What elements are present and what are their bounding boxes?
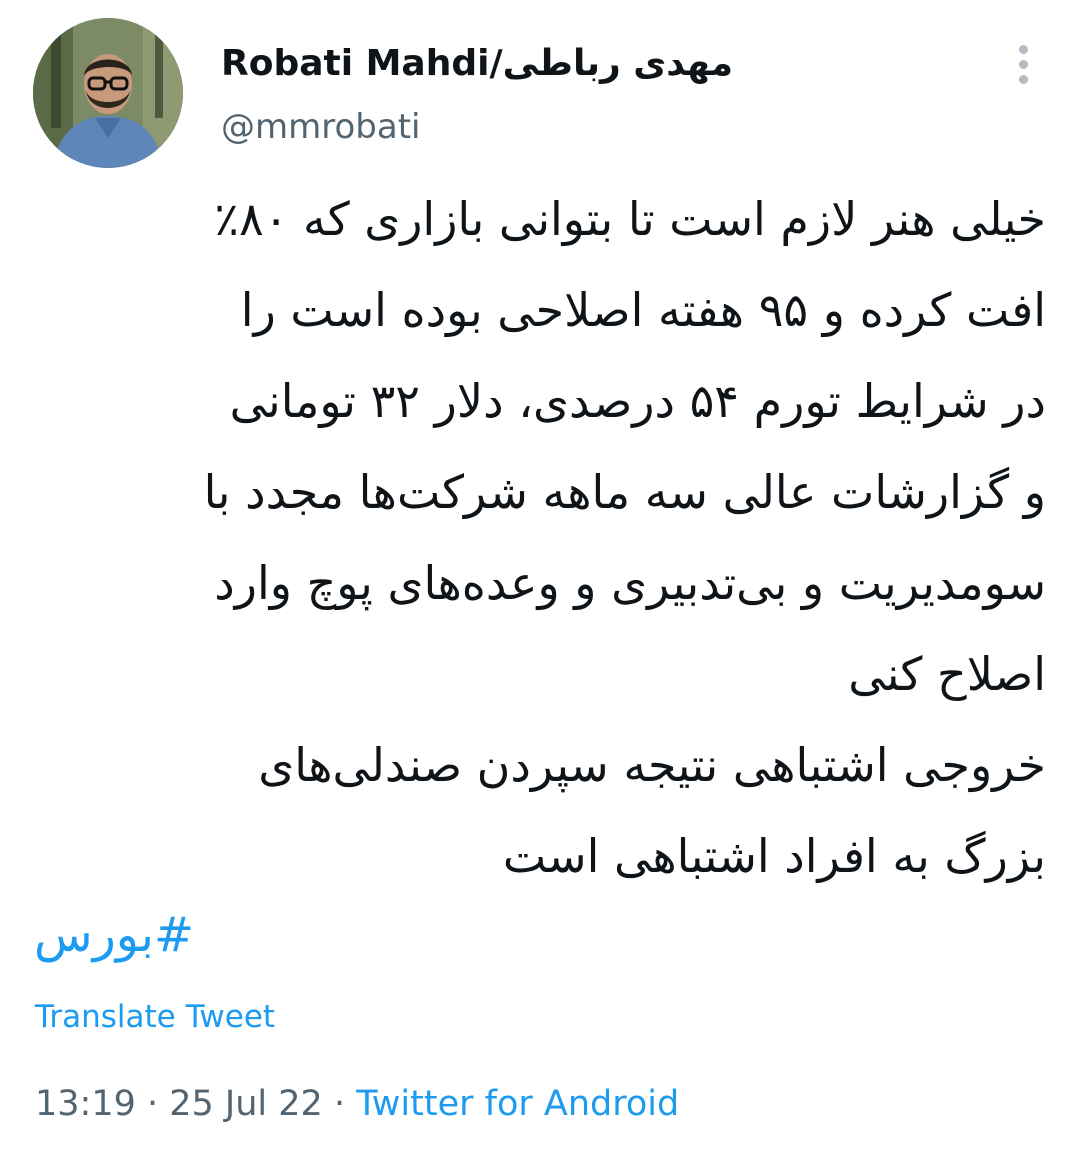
translate-tweet-link[interactable]: Translate Tweet — [35, 995, 275, 1039]
tweet-text-line: در شرایط تورم ۵۴ درصدی، دلار ۳۲ تومانی — [229, 374, 1046, 428]
display-name[interactable]: Robati Mahdi/مهدی رباطی — [221, 40, 733, 88]
tweet-meta: 13:19 · 25 Jul 22 · Twitter for Android — [35, 1080, 679, 1128]
more-options-button[interactable] — [1004, 40, 1044, 90]
tweet-date[interactable]: 25 Jul 22 — [169, 1084, 323, 1124]
tweet-source-link[interactable]: Twitter for Android — [356, 1084, 679, 1124]
user-handle[interactable]: @mmrobati — [221, 103, 420, 151]
avatar-image — [33, 18, 183, 168]
hashtag-link[interactable]: #بورس — [34, 900, 194, 970]
tweet-time[interactable]: 13:19 — [35, 1084, 136, 1124]
tweet-text-line: اصلاح کنی — [848, 647, 1046, 701]
meta-separator: · — [135, 1084, 170, 1124]
avatar[interactable] — [33, 18, 183, 168]
tweet-text-line: بزرگ به افراد اشتباهی است — [502, 829, 1046, 883]
tweet-text-line: خروجی اشتباهی نتیجه سپردن صندلی‌های — [258, 738, 1046, 792]
tweet-text: خیلی هنر لازم است تا بتوانی بازاری که ۸۰… — [34, 174, 1046, 902]
tweet-text-line: افت کرده و ۹۵ هفته اصلاحی بوده است را — [240, 283, 1046, 337]
tweet-text-line: و گزارشات عالی سه ماهه شرکت‌ها مجدد با — [203, 465, 1046, 519]
tweet-text-line: سومدیریت و بی‌تدبیری و وعده‌های پوچ وارد — [214, 556, 1046, 610]
tweet-text-line: خیلی هنر لازم است تا بتوانی بازاری که ۸۰… — [214, 192, 1046, 246]
meta-separator: · — [322, 1084, 357, 1124]
